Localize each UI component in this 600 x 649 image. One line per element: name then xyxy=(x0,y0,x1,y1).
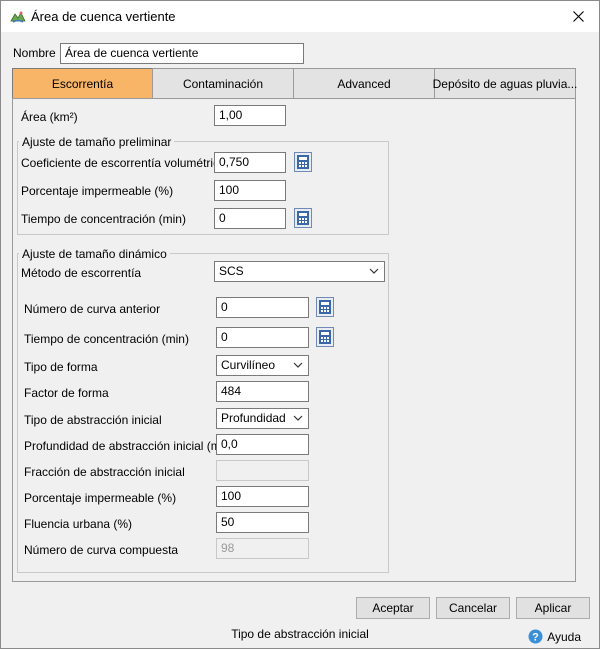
composite-curve-label: Número de curva compuesta xyxy=(24,543,179,557)
close-button[interactable] xyxy=(561,3,595,30)
calculator-icon xyxy=(319,330,331,344)
calculator-icon xyxy=(319,300,331,314)
tab-pollution[interactable]: Contaminación xyxy=(152,68,294,99)
dyn-tc-field[interactable]: 0 xyxy=(216,327,309,348)
method-select[interactable]: SCS xyxy=(214,261,385,282)
abstraction-depth-label: Profundidad de abstracción inicial (mm) xyxy=(24,439,235,453)
abstraction-fraction-field xyxy=(216,460,309,481)
calculator-button[interactable] xyxy=(294,152,312,172)
chevron-down-icon xyxy=(293,415,303,421)
tab-stormwater-tank[interactable]: Depósito de aguas pluvia... xyxy=(433,68,577,99)
help-link[interactable]: ? Ayuda xyxy=(528,629,581,644)
runoff-panel: Área (km²) 1,00 Ajuste de tamaño prelimi… xyxy=(12,98,576,582)
help-icon: ? xyxy=(528,629,543,644)
prev-curve-field[interactable]: 0 xyxy=(216,297,309,318)
method-value: SCS xyxy=(219,264,244,278)
title-bar: Área de cuenca vertiente xyxy=(1,1,599,32)
calculator-button[interactable] xyxy=(294,208,312,228)
name-field[interactable]: Área de cuenca vertiente xyxy=(60,43,304,64)
close-icon xyxy=(572,11,584,22)
composite-curve-field: 98 xyxy=(216,538,309,559)
abstraction-type-value: Profundidad xyxy=(221,411,286,425)
area-label: Área (km²) xyxy=(21,110,78,124)
tc-label: Tiempo de concentración (min) xyxy=(21,212,186,226)
shape-type-select[interactable]: Curvilíneo xyxy=(216,355,309,376)
runoff-coef-field[interactable]: 0,750 xyxy=(214,152,286,173)
shape-factor-field[interactable]: 484 xyxy=(216,381,309,402)
tab-advanced[interactable]: Advanced xyxy=(293,68,435,99)
cancel-button[interactable]: Cancelar xyxy=(436,597,510,619)
abstraction-depth-field[interactable]: 0,0 xyxy=(216,434,309,455)
status-text: Tipo de abstracción inicial xyxy=(231,627,369,641)
name-label: Nombre xyxy=(13,46,56,60)
abstraction-type-label: Tipo de abstracción inicial xyxy=(24,413,162,427)
abstraction-fraction-label: Fracción de abstracción inicial xyxy=(24,465,185,479)
dyn-tc-label: Tiempo de concentración (min) xyxy=(24,332,189,346)
shape-type-value: Curvilíneo xyxy=(221,358,276,372)
urban-flow-label: Fluencia urbana (%) xyxy=(24,517,133,531)
apply-button[interactable]: Aplicar xyxy=(516,597,590,619)
impervious-label: Porcentaje impermeable (%) xyxy=(21,184,174,198)
prev-curve-label: Número de curva anterior xyxy=(24,302,161,316)
shape-factor-label: Factor de forma xyxy=(24,386,109,400)
shape-type-label: Tipo de forma xyxy=(24,360,98,374)
chevron-down-icon xyxy=(293,362,303,368)
help-label: Ayuda xyxy=(547,629,581,644)
impervious-field[interactable]: 100 xyxy=(214,180,286,201)
calculator-icon xyxy=(297,211,309,225)
calculator-icon xyxy=(297,155,309,169)
dyn-impervious-field[interactable]: 100 xyxy=(216,486,309,507)
method-label: Método de escorrentía xyxy=(21,266,142,280)
accept-button[interactable]: Aceptar xyxy=(356,597,430,619)
tab-bar: Escorrentía Contaminación Advanced Depós… xyxy=(12,68,577,99)
dyn-impervious-label: Porcentaje impermeable (%) xyxy=(24,491,177,505)
calculator-button[interactable] xyxy=(316,327,334,347)
calculator-button[interactable] xyxy=(316,297,334,317)
tab-runoff[interactable]: Escorrentía xyxy=(12,68,153,99)
abstraction-type-select[interactable]: Profundidad xyxy=(216,408,309,429)
chevron-down-icon xyxy=(369,268,379,274)
urban-flow-field[interactable]: 50 xyxy=(216,512,309,533)
area-field[interactable]: 1,00 xyxy=(214,105,286,126)
dialog-window: Área de cuenca vertiente Nombre Área de … xyxy=(0,0,600,649)
tc-field[interactable]: 0 xyxy=(214,208,286,229)
preliminary-group-title: Ajuste de tamaño preliminar xyxy=(19,135,175,149)
runoff-coef-label: Coeficiente de escorrentía volumétrica xyxy=(21,156,226,170)
window-title: Área de cuenca vertiente xyxy=(31,9,176,24)
svg-text:?: ? xyxy=(532,632,539,644)
watershed-icon xyxy=(10,11,26,23)
dynamic-group-title: Ajuste de tamaño dinámico xyxy=(19,247,170,261)
